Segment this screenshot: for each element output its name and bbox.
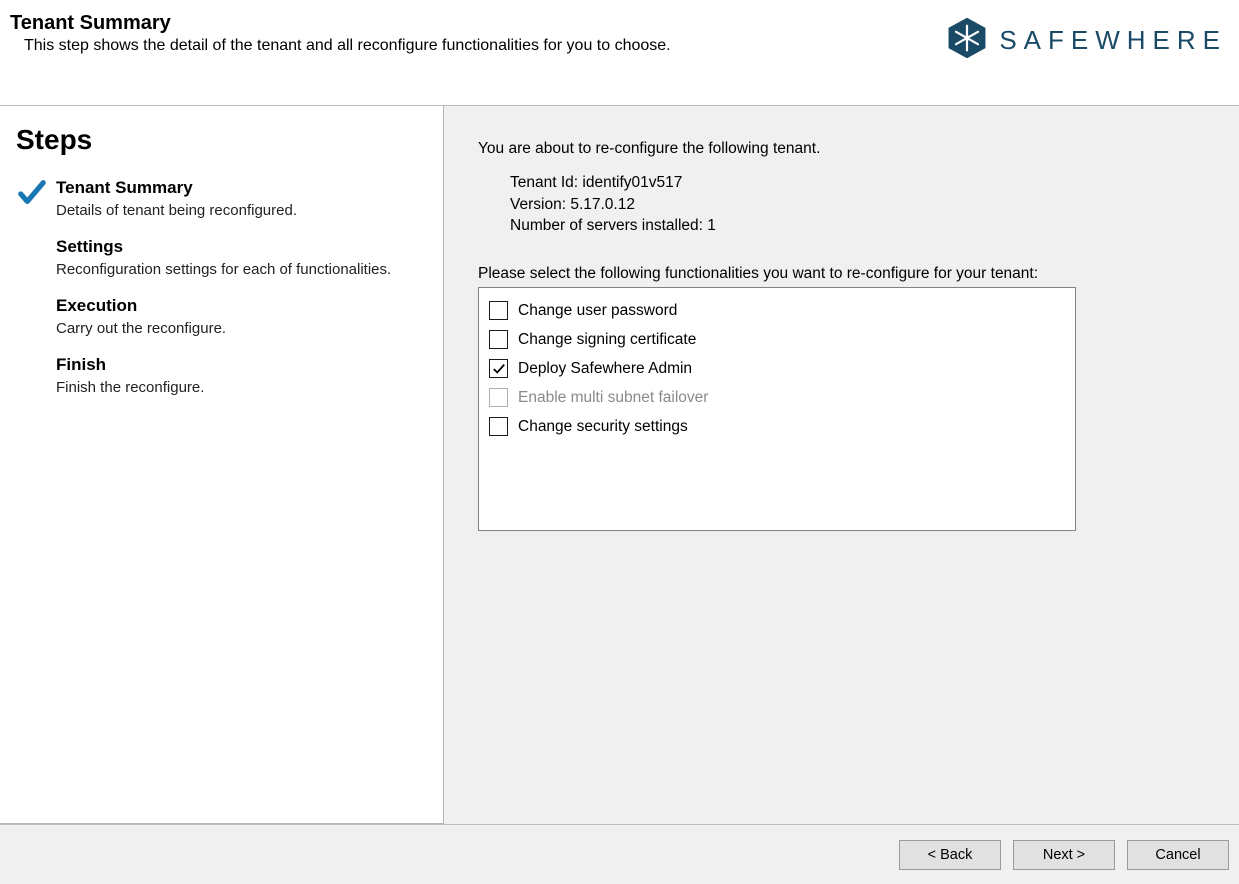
step-title: Settings	[56, 237, 431, 257]
brand-name: SAFEWHERE	[999, 25, 1227, 56]
tenant-version-row: Version: 5.17.0.12	[510, 194, 1209, 216]
main-panel: You are about to re-configure the follow…	[444, 106, 1239, 824]
func-change-signing-certificate[interactable]: Change signing certificate	[487, 325, 1067, 354]
wizard-button-bar: < Back Next > Cancel	[0, 824, 1239, 884]
step-desc: Carry out the reconfigure.	[56, 318, 431, 339]
steps-sidebar: Steps Tenant Summary Details of tenant b…	[0, 106, 444, 824]
func-change-user-password[interactable]: Change user password	[487, 296, 1067, 325]
steps-heading: Steps	[16, 124, 431, 156]
checkmark-icon	[17, 178, 47, 212]
step-title: Tenant Summary	[56, 178, 431, 198]
func-label: Change signing certificate	[518, 331, 696, 349]
page-subtitle: This step shows the detail of the tenant…	[10, 35, 671, 55]
header: Tenant Summary This step shows the detai…	[0, 0, 1239, 105]
step-desc: Reconfiguration settings for each of fun…	[56, 259, 431, 280]
page-title: Tenant Summary	[10, 12, 671, 35]
func-deploy-safewhere-admin[interactable]: Deploy Safewhere Admin	[487, 354, 1067, 383]
next-button[interactable]: Next >	[1013, 840, 1115, 870]
func-enable-multi-subnet-failover: Enable multi subnet failover	[487, 383, 1067, 412]
tenant-info: Tenant Id: identify01v517 Version: 5.17.…	[478, 172, 1209, 237]
func-label: Change user password	[518, 302, 677, 320]
step-settings: Settings Reconfiguration settings for ea…	[16, 237, 431, 280]
brand-logo: SAFEWHERE	[945, 8, 1231, 64]
tenant-id-row: Tenant Id: identify01v517	[510, 172, 1209, 194]
step-finish: Finish Finish the reconfigure.	[16, 355, 431, 398]
func-label: Enable multi subnet failover	[518, 389, 708, 407]
step-title: Finish	[56, 355, 431, 375]
step-active-indicator	[16, 178, 48, 221]
step-title: Execution	[56, 296, 431, 316]
checkbox-checked-icon[interactable]	[489, 359, 508, 378]
tenant-version-value: 5.17.0.12	[570, 196, 635, 213]
tenant-servers-label: Number of servers installed:	[510, 217, 703, 234]
step-desc: Details of tenant being reconfigured.	[56, 200, 431, 221]
header-text: Tenant Summary This step shows the detai…	[10, 8, 671, 55]
step-desc: Finish the reconfigure.	[56, 377, 431, 398]
intro-text: You are about to re-configure the follow…	[478, 140, 1209, 158]
cancel-button[interactable]: Cancel	[1127, 840, 1229, 870]
tenant-servers-row: Number of servers installed: 1	[510, 215, 1209, 237]
checkbox-icon[interactable]	[489, 301, 508, 320]
safewhere-icon	[945, 16, 989, 64]
checkbox-icon[interactable]	[489, 330, 508, 349]
checkbox-disabled-icon	[489, 388, 508, 407]
tenant-servers-value: 1	[707, 217, 716, 234]
tenant-id-label: Tenant Id:	[510, 174, 578, 191]
func-label: Deploy Safewhere Admin	[518, 360, 692, 378]
tenant-version-label: Version:	[510, 196, 566, 213]
checkbox-icon[interactable]	[489, 417, 508, 436]
step-execution: Execution Carry out the reconfigure.	[16, 296, 431, 339]
back-button[interactable]: < Back	[899, 840, 1001, 870]
step-tenant-summary: Tenant Summary Details of tenant being r…	[16, 178, 431, 221]
tenant-id-value: identify01v517	[582, 174, 682, 191]
func-label: Change security settings	[518, 418, 688, 436]
select-prompt: Please select the following functionalit…	[478, 265, 1209, 283]
functionalities-listbox: Change user password Change signing cert…	[478, 287, 1076, 531]
content-area: Steps Tenant Summary Details of tenant b…	[0, 106, 1239, 824]
func-change-security-settings[interactable]: Change security settings	[487, 412, 1067, 441]
